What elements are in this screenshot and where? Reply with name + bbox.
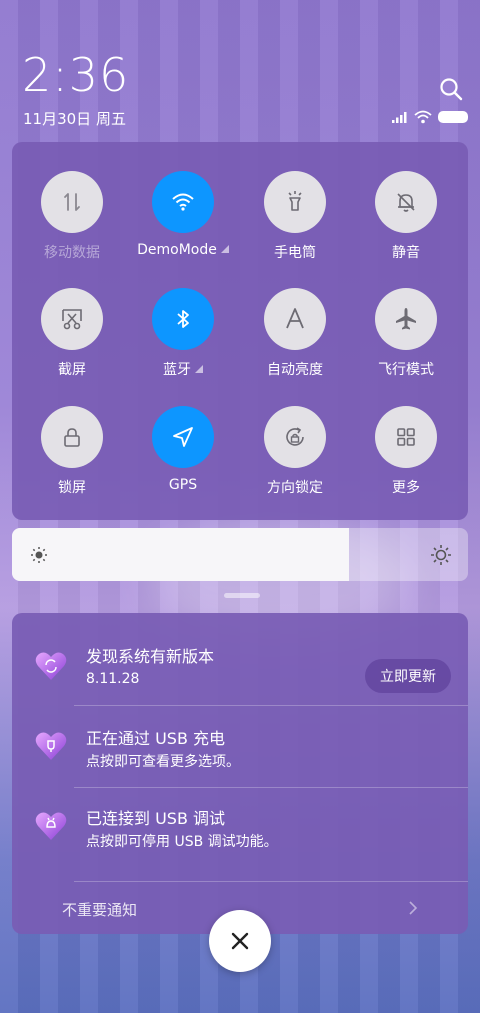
lock-screen-toggle[interactable] — [41, 406, 103, 468]
signal-icon — [392, 112, 407, 123]
clock[interactable]: 2:36 — [22, 48, 129, 102]
tile-flashlight[interactable]: 手电筒 — [240, 171, 350, 262]
brightness-slider-fill — [12, 528, 350, 581]
notification-update[interactable]: 发现系统有新版本 8.11.28 立即更新 — [12, 625, 468, 705]
wifi-label-text: DemoMode — [137, 242, 217, 258]
update-now-button[interactable]: 立即更新 — [365, 659, 451, 693]
rotation-lock-toggle[interactable] — [264, 406, 326, 468]
bluetooth-toggle[interactable] — [152, 288, 214, 350]
mute-bell-icon — [397, 193, 415, 212]
tile-label-rotation-lock: 方向锁定 — [267, 480, 323, 496]
lock-icon — [64, 428, 80, 447]
brightness-low-icon — [31, 547, 47, 563]
unimportant-notifications-link[interactable]: 不重要通知 — [62, 899, 137, 920]
screenshot-icon — [62, 309, 82, 330]
tile-label-wifi: DemoMode — [128, 242, 238, 258]
date[interactable]: 11月30日 周五 — [23, 108, 126, 129]
notification-subtitle: 点按即可停用 USB 调试功能。 — [86, 834, 278, 850]
tile-label-bluetooth: 蓝牙 — [128, 359, 238, 379]
chevron-right-icon[interactable] — [406, 899, 420, 917]
notification-subtitle: 点按即可查看更多选项。 — [86, 754, 240, 770]
auto-brightness-toggle[interactable] — [264, 288, 326, 350]
notification-divider — [74, 881, 468, 882]
tile-airplane[interactable]: 飞行模式 — [351, 288, 461, 379]
tile-label-auto-brightness: 自动亮度 — [267, 362, 323, 378]
battery-icon — [438, 111, 468, 123]
notification-title: 已连接到 USB 调试 — [86, 809, 226, 828]
tile-rotation-lock[interactable]: 方向锁定 — [240, 406, 350, 497]
tile-mobile-data[interactable]: 移动数据 — [17, 171, 127, 262]
mobile-data-icon — [64, 193, 80, 211]
mute-toggle[interactable] — [375, 171, 437, 233]
notification-subtitle: 8.11.28 — [86, 671, 140, 687]
tile-bluetooth[interactable]: 蓝牙 — [128, 288, 238, 379]
usb-debug-heart-icon — [35, 812, 67, 840]
tile-wifi[interactable]: DemoMode — [128, 171, 238, 258]
panel-drag-handle[interactable] — [224, 593, 260, 598]
usb-charge-heart-icon — [35, 732, 67, 760]
tile-gps[interactable]: GPS — [128, 406, 238, 493]
status-icons — [392, 110, 468, 124]
clear-all-button[interactable] — [209, 910, 271, 972]
tile-mute[interactable]: 静音 — [351, 171, 461, 262]
wifi-status-icon — [414, 110, 432, 124]
tile-screenshot[interactable]: 截屏 — [17, 288, 127, 379]
bluetooth-menu-indicator-icon[interactable] — [195, 365, 203, 373]
tile-label-more: 更多 — [392, 480, 420, 496]
bluetooth-label-text: 蓝牙 — [163, 362, 191, 378]
tile-label-screenshot: 截屏 — [58, 362, 86, 378]
tile-label-lock-screen: 锁屏 — [58, 480, 86, 496]
quick-settings-panel: 移动数据 DemoMode 手电筒 静音 截屏 蓝牙 自动亮度 飞行模式 锁屏 … — [12, 142, 468, 520]
tile-label-airplane: 飞行模式 — [378, 362, 434, 378]
flashlight-toggle[interactable] — [264, 171, 326, 233]
screenshot-toggle[interactable] — [41, 288, 103, 350]
gps-icon — [173, 427, 193, 447]
brightness-slider[interactable] — [12, 528, 468, 581]
notification-divider — [74, 787, 468, 788]
brightness-high-icon — [431, 545, 451, 565]
mobile-data-toggle[interactable] — [41, 171, 103, 233]
notification-panel: 发现系统有新版本 8.11.28 立即更新 正在通过 USB 充电 点按即可查看… — [12, 613, 468, 934]
airplane-toggle[interactable] — [375, 288, 437, 350]
notification-divider — [74, 705, 468, 706]
notification-title: 发现系统有新版本 — [86, 647, 215, 666]
notification-usb-debugging[interactable]: 已连接到 USB 调试 点按即可停用 USB 调试功能。 — [12, 789, 468, 869]
more-toggle[interactable] — [375, 406, 437, 468]
tile-more[interactable]: 更多 — [351, 406, 461, 497]
update-heart-icon — [35, 652, 67, 680]
rotation-lock-icon — [286, 427, 304, 446]
more-grid-icon — [397, 428, 415, 446]
flashlight-icon — [288, 191, 302, 211]
bluetooth-icon — [177, 310, 189, 328]
tile-label-gps: GPS — [168, 477, 198, 493]
tile-auto-brightness[interactable]: 自动亮度 — [240, 288, 350, 379]
airplane-icon — [396, 308, 416, 330]
close-icon — [231, 932, 249, 950]
notification-title: 正在通过 USB 充电 — [86, 729, 226, 748]
notification-usb-charging[interactable]: 正在通过 USB 充电 点按即可查看更多选项。 — [12, 707, 468, 787]
tile-label-flashlight: 手电筒 — [274, 245, 316, 261]
tile-label-mute: 静音 — [392, 245, 420, 261]
search-icon[interactable] — [438, 76, 464, 102]
gps-toggle[interactable] — [152, 406, 214, 468]
wifi-toggle[interactable] — [152, 171, 214, 233]
auto-brightness-icon — [286, 308, 304, 329]
wifi-menu-indicator-icon[interactable] — [220, 245, 229, 253]
wifi-icon — [172, 193, 194, 211]
tile-label-mobile-data: 移动数据 — [44, 245, 100, 261]
tile-lock-screen[interactable]: 锁屏 — [17, 406, 127, 497]
